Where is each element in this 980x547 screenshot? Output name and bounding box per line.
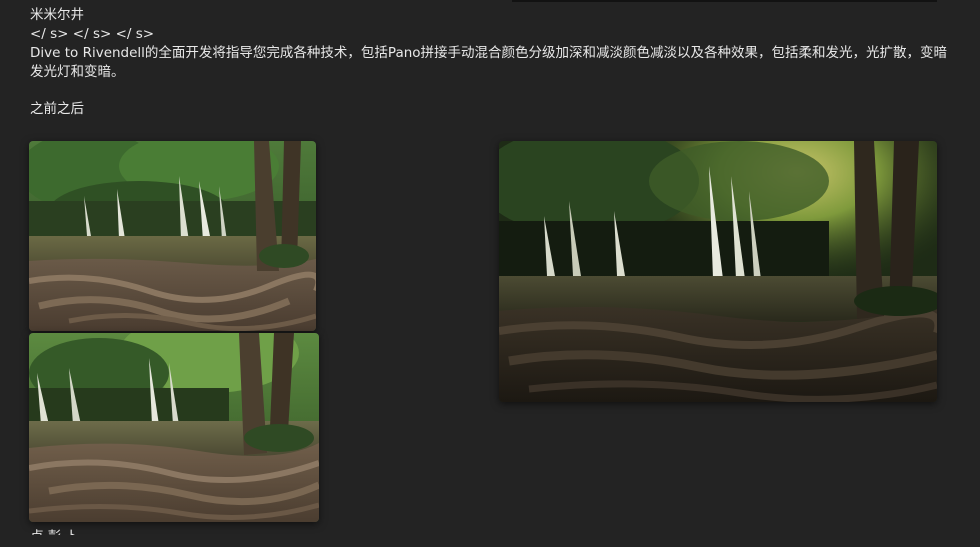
before-photo-2[interactable] [29,333,319,522]
before-photo-1[interactable] [29,141,316,331]
tags-line: </ s> </ s> </ s> [30,26,155,42]
waterfall-image-after [499,141,937,402]
post-text: 米米尔井 </ s> </ s> </ s> Dive to Rivendell… [30,6,960,82]
post-title: 米米尔井 [30,7,84,23]
after-photo[interactable] [499,141,937,402]
post-description: Dive to Rivendell的全面开发将指导您完成各种技术，包括Pano拼… [30,45,948,80]
top-divider [512,0,937,2]
waterfall-image-2 [29,333,319,522]
next-line-fragment: 卢 彭 卜 [30,529,80,545]
before-after-label: 之前之后 [30,101,84,117]
waterfall-image-1 [29,141,316,331]
